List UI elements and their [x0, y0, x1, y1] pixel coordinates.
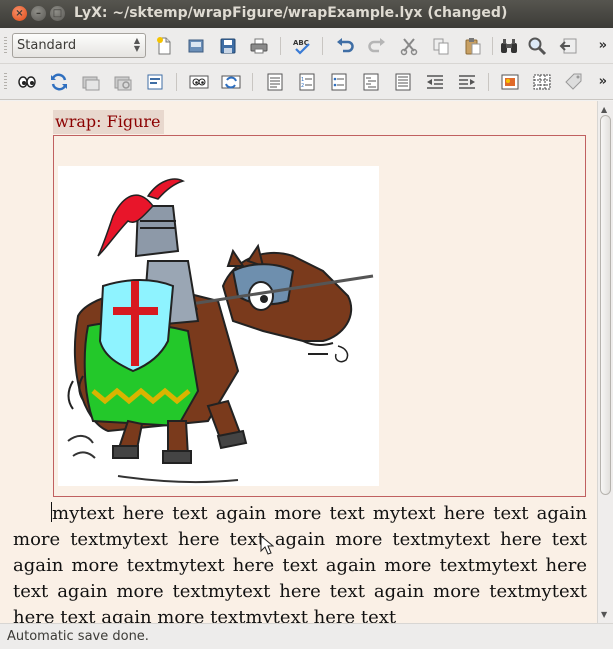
update-master-icon: [114, 76, 132, 91]
toolbar-separator: [252, 73, 253, 91]
indent-left-icon: [427, 75, 443, 89]
export-button[interactable]: [142, 69, 168, 95]
zoom-button[interactable]: [524, 33, 550, 59]
paragraph-text: mytext here text again more text mytext …: [13, 503, 587, 623]
new-document-button[interactable]: [151, 33, 177, 59]
view-other-button[interactable]: [186, 69, 212, 95]
document-editor[interactable]: wrap: Figure mytext here text again more…: [0, 101, 597, 623]
open-button[interactable]: [183, 33, 209, 59]
main-toolbar: Standard ▲ ▼ ABC »: [0, 28, 613, 64]
lyx-window: × – □ LyX: ~/sktemp/wrapFigure/wrapExamp…: [0, 0, 613, 649]
view-button[interactable]: [14, 69, 40, 95]
toolbar-separator: [488, 73, 489, 91]
view-other-icon: [189, 75, 209, 89]
scroll-down-arrow-icon[interactable]: ▼: [601, 610, 607, 619]
indent-right-icon: [459, 75, 475, 89]
find-icon: [501, 39, 517, 53]
paste-icon: [465, 38, 481, 55]
svg-text:2: 2: [301, 83, 304, 89]
insert-graphics-icon: [501, 74, 519, 90]
back-icon: [559, 38, 577, 54]
new-document-icon: [157, 37, 171, 55]
undo-button[interactable]: [332, 33, 358, 59]
spellcheck-icon: ABC: [293, 39, 310, 55]
copy-icon: [433, 38, 449, 55]
wrap-float-label[interactable]: wrap: Figure: [53, 110, 165, 134]
scrollbar-thumb[interactable]: [600, 115, 611, 495]
title-bar: × – □ LyX: ~/sktemp/wrapFigure/wrapExamp…: [0, 0, 613, 28]
close-window-button[interactable]: ×: [12, 6, 27, 21]
print-icon: [250, 38, 268, 54]
insert-label-button[interactable]: [561, 69, 587, 95]
minimize-window-button[interactable]: –: [31, 6, 46, 21]
knight-on-horse-image: [67, 178, 374, 484]
toolbar-overflow-button[interactable]: »: [599, 38, 607, 53]
toolbar-grip[interactable]: [4, 73, 7, 91]
toolbar-overflow-button[interactable]: »: [599, 74, 607, 89]
itemize-icon: [331, 73, 347, 91]
itemize-button[interactable]: [326, 69, 352, 95]
cut-button[interactable]: [396, 33, 422, 59]
redo-button[interactable]: [364, 33, 390, 59]
description-icon: [363, 73, 379, 91]
body-paragraph[interactable]: mytext here text again more text mytext …: [13, 501, 587, 623]
increase-depth-button[interactable]: [454, 69, 480, 95]
find-button[interactable]: [496, 33, 522, 59]
enumerate-button[interactable]: 12: [294, 69, 320, 95]
spellcheck-button[interactable]: ABC: [289, 33, 315, 59]
toolbar-separator: [492, 37, 493, 55]
redo-icon: [368, 38, 385, 53]
update-icon: [51, 73, 67, 91]
view-toolbar: 12 »: [0, 64, 613, 100]
update-master-button[interactable]: [110, 69, 136, 95]
update-button[interactable]: [46, 69, 72, 95]
description2-icon: [395, 73, 411, 91]
save-icon: [220, 38, 236, 54]
list-icon: [267, 73, 283, 91]
maximize-window-button[interactable]: □: [50, 6, 65, 21]
export-icon: [147, 74, 163, 90]
window-title: LyX: ~/sktemp/wrapFigure/wrapExample.lyx…: [74, 5, 508, 21]
zoom-icon: [528, 37, 547, 56]
description-button[interactable]: [358, 69, 384, 95]
status-message: Automatic save done.: [7, 629, 149, 644]
updown-arrow-icon: ▲ ▼: [133, 36, 140, 53]
update-other-icon: [221, 75, 241, 89]
view-master-icon: [82, 76, 100, 91]
list-environment-button[interactable]: [390, 69, 416, 95]
insert-table-icon: [533, 74, 551, 90]
scroll-up-arrow-icon[interactable]: ▲: [601, 105, 607, 114]
toolbar-separator: [280, 37, 281, 55]
insert-table-button[interactable]: [529, 69, 555, 95]
toolbar-grip[interactable]: [4, 37, 7, 55]
undo-icon: [337, 38, 354, 53]
vertical-scrollbar[interactable]: ▲ ▼: [597, 101, 613, 623]
status-bar: Automatic save done.: [0, 623, 613, 649]
decrease-depth-button[interactable]: [422, 69, 448, 95]
toolbar-separator: [322, 37, 323, 55]
figure-graphic[interactable]: [58, 166, 379, 486]
copy-button[interactable]: [428, 33, 454, 59]
insert-graphics-button[interactable]: [497, 69, 523, 95]
standard-list-button[interactable]: [262, 69, 288, 95]
cut-icon: [400, 38, 418, 56]
enum-list-icon: 12: [299, 73, 315, 91]
toolbar-separator: [176, 73, 177, 91]
print-button[interactable]: [246, 33, 272, 59]
mouse-pointer-icon: [260, 535, 274, 555]
paste-button[interactable]: [460, 33, 486, 59]
open-icon: [188, 39, 204, 53]
save-button[interactable]: [215, 33, 241, 59]
view-master-button[interactable]: [78, 69, 104, 95]
insert-label-icon: [565, 73, 582, 90]
update-other-button[interactable]: [218, 69, 244, 95]
view-icon: [18, 76, 36, 88]
back-button[interactable]: [556, 33, 582, 59]
layout-select-value: Standard: [17, 38, 77, 53]
paragraph-layout-select[interactable]: Standard ▲ ▼: [12, 33, 146, 58]
